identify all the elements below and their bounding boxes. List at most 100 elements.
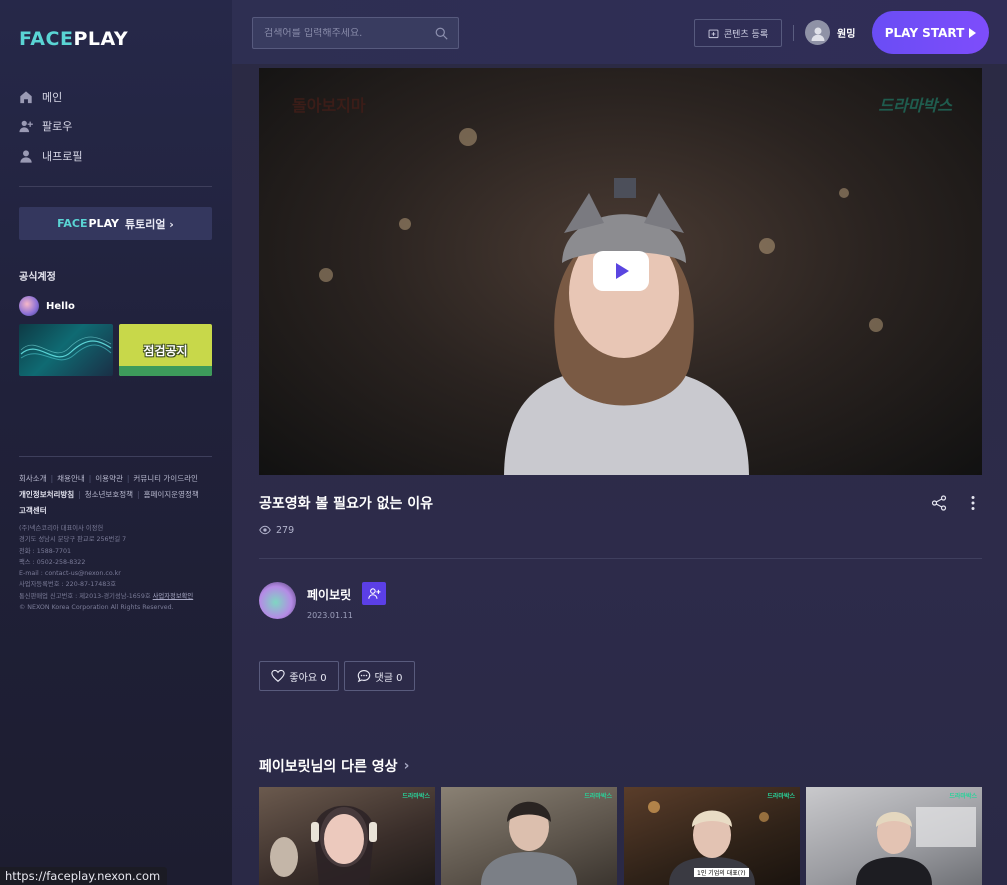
separator: |: [88, 474, 92, 483]
banner-notice-text: 점검공지: [143, 343, 188, 358]
more-options-icon[interactable]: [965, 495, 981, 511]
upload-label: 콘텐츠 등록: [723, 29, 769, 40]
thumbnail-tag: 드라마박스: [767, 793, 795, 800]
bokeh-light: [459, 128, 477, 146]
avatar: [805, 20, 830, 45]
footer-link-careers[interactable]: 채용안내: [57, 474, 85, 483]
sidebar-divider: [19, 456, 212, 457]
user-menu[interactable]: 원밍: [805, 20, 855, 45]
comment-button[interactable]: 댓글 0: [344, 661, 415, 691]
footer-links: 회사소개 | 채용안내 | 이용약관 | 커뮤니티 가이드라인 개인정보처리방침 | 청소년보호…: [19, 471, 219, 519]
comment-label: 댓글 0: [374, 672, 403, 684]
upload-date: 2023.01.11: [307, 611, 353, 620]
official-accounts-title: 공식계정: [19, 272, 56, 283]
sidebar-item-label: 팔로우: [42, 120, 73, 134]
creator-name[interactable]: 페이보릿: [307, 586, 353, 603]
user-plus-icon: [367, 588, 380, 599]
video-thumbnail[interactable]: 드라마박스: [441, 787, 617, 885]
view-count-value: 279: [276, 524, 295, 536]
logo-text-play: PLAY: [73, 28, 129, 50]
separator: |: [78, 490, 81, 499]
user-plus-icon: [19, 121, 33, 133]
sidebar-item-profile[interactable]: 내프로필: [19, 141, 212, 171]
footer-info-line: E-mail : contact-us@nexon.co.kr: [19, 570, 121, 578]
official-banner-notice[interactable]: 점검공지: [119, 324, 212, 376]
user-avatar-icon: [811, 27, 824, 41]
creator-info: 페이보릿 2023.01.11: [259, 582, 353, 620]
eye-icon: [259, 525, 271, 535]
footer-link-site-policy[interactable]: 홈페이지운영정책: [144, 490, 199, 499]
sidebar-item-label: 메인: [42, 90, 63, 104]
thumbnail-person-graphic: [481, 801, 577, 885]
video-watermark-left: 돌아보지마: [292, 96, 366, 115]
header-divider: [793, 25, 794, 41]
footer-link-terms[interactable]: 이용약관: [95, 474, 123, 483]
like-button[interactable]: 좋아요 0: [259, 661, 339, 691]
sidebar-nav: 메인 팔로우 내프로필: [19, 82, 212, 171]
play-icon: [616, 263, 629, 279]
sidebar-item-main[interactable]: 메인: [19, 82, 212, 112]
footer-info-line: (주)넥슨코리아 대표이사 이정헌: [19, 525, 104, 532]
follow-button[interactable]: [362, 582, 386, 605]
comment-icon: [357, 670, 370, 683]
tutorial-logo-play: PLAY: [88, 217, 120, 230]
faceplay-logo[interactable]: FACE PLAY: [19, 26, 128, 52]
video-thumbnail[interactable]: 드라마박스: [259, 787, 435, 885]
username: 원밍: [837, 29, 856, 40]
play-start-button[interactable]: PLAY START: [872, 11, 989, 54]
official-account-name: Hello: [46, 300, 75, 312]
thumbnail-person-graphic: [856, 807, 976, 885]
footer-info-line: 전화 : 1588-7701: [19, 547, 72, 555]
footer-link-support[interactable]: 고객센터: [19, 506, 47, 515]
footer-info-line: 경기도 성남시 분당구 판교로 256번길 7: [19, 536, 127, 544]
sidebar: FACE PLAY 메인 팔로우 내프로필 FACE PLAY 튜토리얼 › 공식계정…: [0, 0, 232, 885]
separator: |: [137, 490, 140, 499]
video-watermark-right: 드라마박스: [878, 96, 952, 115]
play-start-label: PLAY START: [884, 25, 965, 40]
content-divider: [259, 558, 982, 559]
official-account-hello[interactable]: Hello: [19, 296, 75, 316]
official-banner-1[interactable]: [19, 324, 113, 376]
separator: |: [50, 474, 54, 483]
avatar[interactable]: [259, 582, 296, 619]
home-icon: [20, 91, 32, 103]
tutorial-button[interactable]: FACE PLAY 튜토리얼 ›: [19, 207, 212, 240]
video-title: 공포영화 볼 필요가 없는 이유: [259, 496, 434, 512]
footer-link-company[interactable]: 회사소개: [19, 474, 47, 483]
top-header: 콘텐츠 등록 원밍 PLAY START: [232, 0, 1007, 64]
footer-link-privacy[interactable]: 개인정보처리방침: [19, 490, 74, 499]
video-player[interactable]: 돌아보지마 드라마박스: [259, 68, 982, 475]
search-input[interactable]: [264, 27, 424, 39]
footer-info-line: 팩스 : 0502-258-8322: [19, 558, 86, 566]
bokeh-light: [319, 268, 333, 282]
footer-link-youth[interactable]: 청소년보호정책: [85, 490, 133, 499]
sidebar-item-label: 내프로필: [42, 149, 83, 163]
business-info-link[interactable]: 사업자정보확인: [153, 593, 194, 600]
footer-copyright: © NEXON Korea Corporation All Rights Res…: [19, 604, 174, 612]
play-triangle-icon: [969, 27, 977, 38]
video-thumbnail[interactable]: 드라마박스: [806, 787, 982, 885]
footer-link-community-guide[interactable]: 커뮤니티 가이드라인: [133, 474, 197, 483]
bokeh-light: [399, 218, 411, 230]
bokeh-light: [839, 188, 849, 198]
share-icon[interactable]: [931, 495, 947, 511]
play-button[interactable]: [593, 251, 649, 291]
video-thumbnail[interactable]: 드라마박스 1인 기업의 대표(?): [624, 787, 800, 885]
content-upload-button[interactable]: 콘텐츠 등록: [694, 19, 782, 47]
status-bar-url: https://faceplay.nexon.com: [0, 867, 167, 885]
tutorial-label: 튜토리얼 ›: [125, 217, 174, 231]
heart-icon: [271, 669, 286, 682]
thumbnail-person-graphic: [270, 805, 377, 885]
tutorial-logo-face: FACE: [57, 217, 88, 230]
search-box[interactable]: [252, 17, 459, 49]
banner-wave: [119, 366, 212, 376]
search-icon[interactable]: [435, 27, 448, 40]
wave-graphic-icon: [20, 336, 112, 361]
upload-icon: [708, 29, 719, 38]
footer-info-line: 사업자등록번호 : 220-87-17483호: [19, 581, 117, 589]
sidebar-item-follow[interactable]: 팔로우: [19, 112, 212, 142]
other-videos-title[interactable]: 페이보릿님의 다른 영상 ›: [259, 756, 409, 776]
other-videos-list: 드라마박스 드라마박스 드라마박스 1인 기업의 대표(?) 드라마박스: [259, 787, 1007, 885]
like-label: 좋아요 0: [289, 672, 327, 684]
main-content: 돌아보지마 드라마박스 공포영화 볼 필요가 없는 이유 279 페이보릿 20…: [232, 64, 1007, 885]
